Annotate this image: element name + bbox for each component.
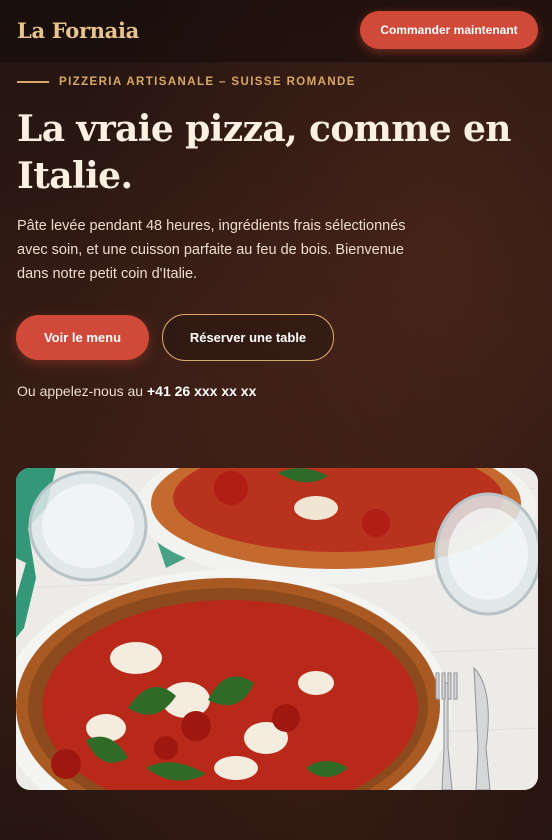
hero-title: La vraie pizza, comme en Italie.	[17, 108, 511, 197]
eyebrow-text: PIZZERIA ARTISANALE – SUISSE ROMANDE	[59, 76, 356, 88]
call-prefix: Ou appelez-nous au	[17, 383, 144, 399]
view-menu-button[interactable]: Voir le menu	[16, 315, 149, 360]
phone-link[interactable]: +41 26 xxx xx xx	[147, 383, 256, 399]
site-header: La Fornaia Commander maintenant	[0, 0, 552, 63]
hero-lead: Pâte levée pendant 48 heures, ingrédient…	[17, 218, 406, 282]
hero-photo	[16, 468, 538, 790]
order-now-button[interactable]: Commander maintenant	[360, 11, 538, 49]
pizza-image	[16, 468, 538, 790]
logo[interactable]: La Fornaia	[17, 18, 139, 43]
eyebrow: PIZZERIA ARTISANALE – SUISSE ROMANDE	[17, 76, 356, 88]
call-line: Ou appelez-nous au +41 26 xxx xx xx	[17, 383, 256, 399]
reserve-table-button[interactable]: Réserver une table	[162, 314, 334, 361]
eyebrow-divider	[17, 81, 49, 83]
